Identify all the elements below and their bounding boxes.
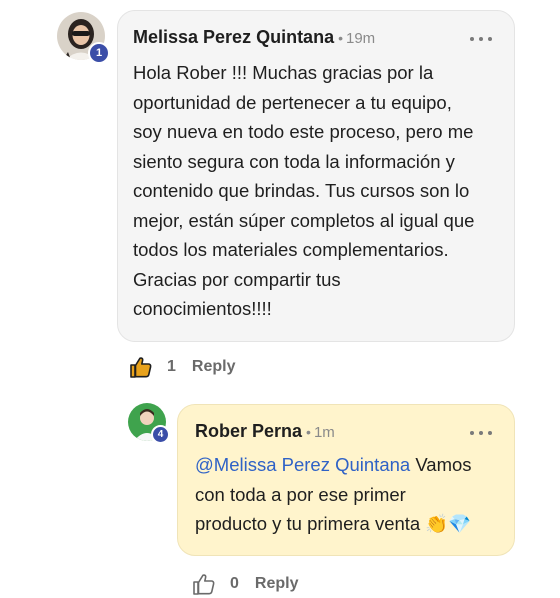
more-dot bbox=[488, 37, 492, 41]
avatar-rober[interactable]: 4 bbox=[128, 403, 170, 444]
comment-line: oportunidad de pertenecer a tu equipo, bbox=[133, 91, 452, 113]
comment-actions: 1 Reply bbox=[129, 355, 235, 379]
like-count: 0 bbox=[230, 575, 239, 592]
reply-line: con toda a por ese primer bbox=[195, 483, 406, 505]
level-badge: 1 bbox=[88, 42, 110, 64]
reply-line-text: producto y tu primera venta bbox=[195, 513, 421, 534]
comment-line: Hola Rober !!! Muchas gracias por la bbox=[133, 62, 434, 83]
reply-author[interactable]: Rober Perna bbox=[195, 421, 302, 441]
reply-text: @Melissa Perez Quintana Vamos con toda a… bbox=[195, 450, 510, 539]
comment-line: siento segura con toda la información y bbox=[133, 150, 455, 172]
comment-header: Melissa Perez Quintana • 19m bbox=[133, 27, 375, 48]
comment-author[interactable]: Melissa Perez Quintana bbox=[133, 27, 334, 47]
reply-more-button[interactable] bbox=[470, 428, 492, 438]
comment-line: conocimientos!!!! bbox=[133, 298, 272, 319]
comment-line: mejor, están súper completos al igual qu… bbox=[133, 209, 475, 231]
clap-diamond-emoji: 👏💎 bbox=[425, 513, 472, 534]
reply-line-text: Vamos bbox=[410, 454, 472, 475]
mention-link[interactable]: @Melissa Perez Quintana bbox=[195, 454, 410, 475]
comment-line: Gracias por compartir tus bbox=[133, 268, 341, 290]
like-count: 1 bbox=[167, 358, 176, 375]
more-horizontal-icon bbox=[470, 37, 474, 41]
reply-button[interactable]: Reply bbox=[255, 575, 299, 593]
thumbs-up-filled-icon[interactable] bbox=[129, 355, 153, 379]
more-dot bbox=[488, 431, 492, 435]
comment-line: todos los materiales complementarios. bbox=[133, 239, 449, 260]
reply-actions: 0 Reply bbox=[192, 572, 298, 596]
separator-dot: • bbox=[306, 424, 311, 440]
reply-line: producto y tu primera venta 👏💎 bbox=[195, 509, 510, 539]
separator-dot: • bbox=[338, 30, 343, 46]
comment-timestamp: 19m bbox=[345, 30, 376, 47]
more-dot bbox=[479, 431, 483, 435]
more-horizontal-icon bbox=[470, 431, 474, 435]
level-badge: 4 bbox=[151, 425, 170, 444]
comment-more-button[interactable] bbox=[470, 34, 492, 44]
thumbs-up-outline-icon[interactable] bbox=[192, 572, 216, 596]
reply-header: Rober Perna • 1m bbox=[195, 421, 335, 442]
more-dot bbox=[479, 37, 483, 41]
reply-timestamp: 1m bbox=[313, 424, 335, 441]
avatar-melissa[interactable]: 1 bbox=[57, 12, 110, 64]
reply-button[interactable]: Reply bbox=[192, 358, 236, 376]
comment-line: soy nueva en todo este proceso, pero me bbox=[133, 121, 474, 142]
comment-text: Hola Rober !!! Muchas gracias por la opo… bbox=[133, 58, 508, 324]
comment-line: contenido que brindas. Tus cursos son lo bbox=[133, 180, 470, 201]
reply-line: @Melissa Perez Quintana Vamos bbox=[195, 450, 510, 480]
